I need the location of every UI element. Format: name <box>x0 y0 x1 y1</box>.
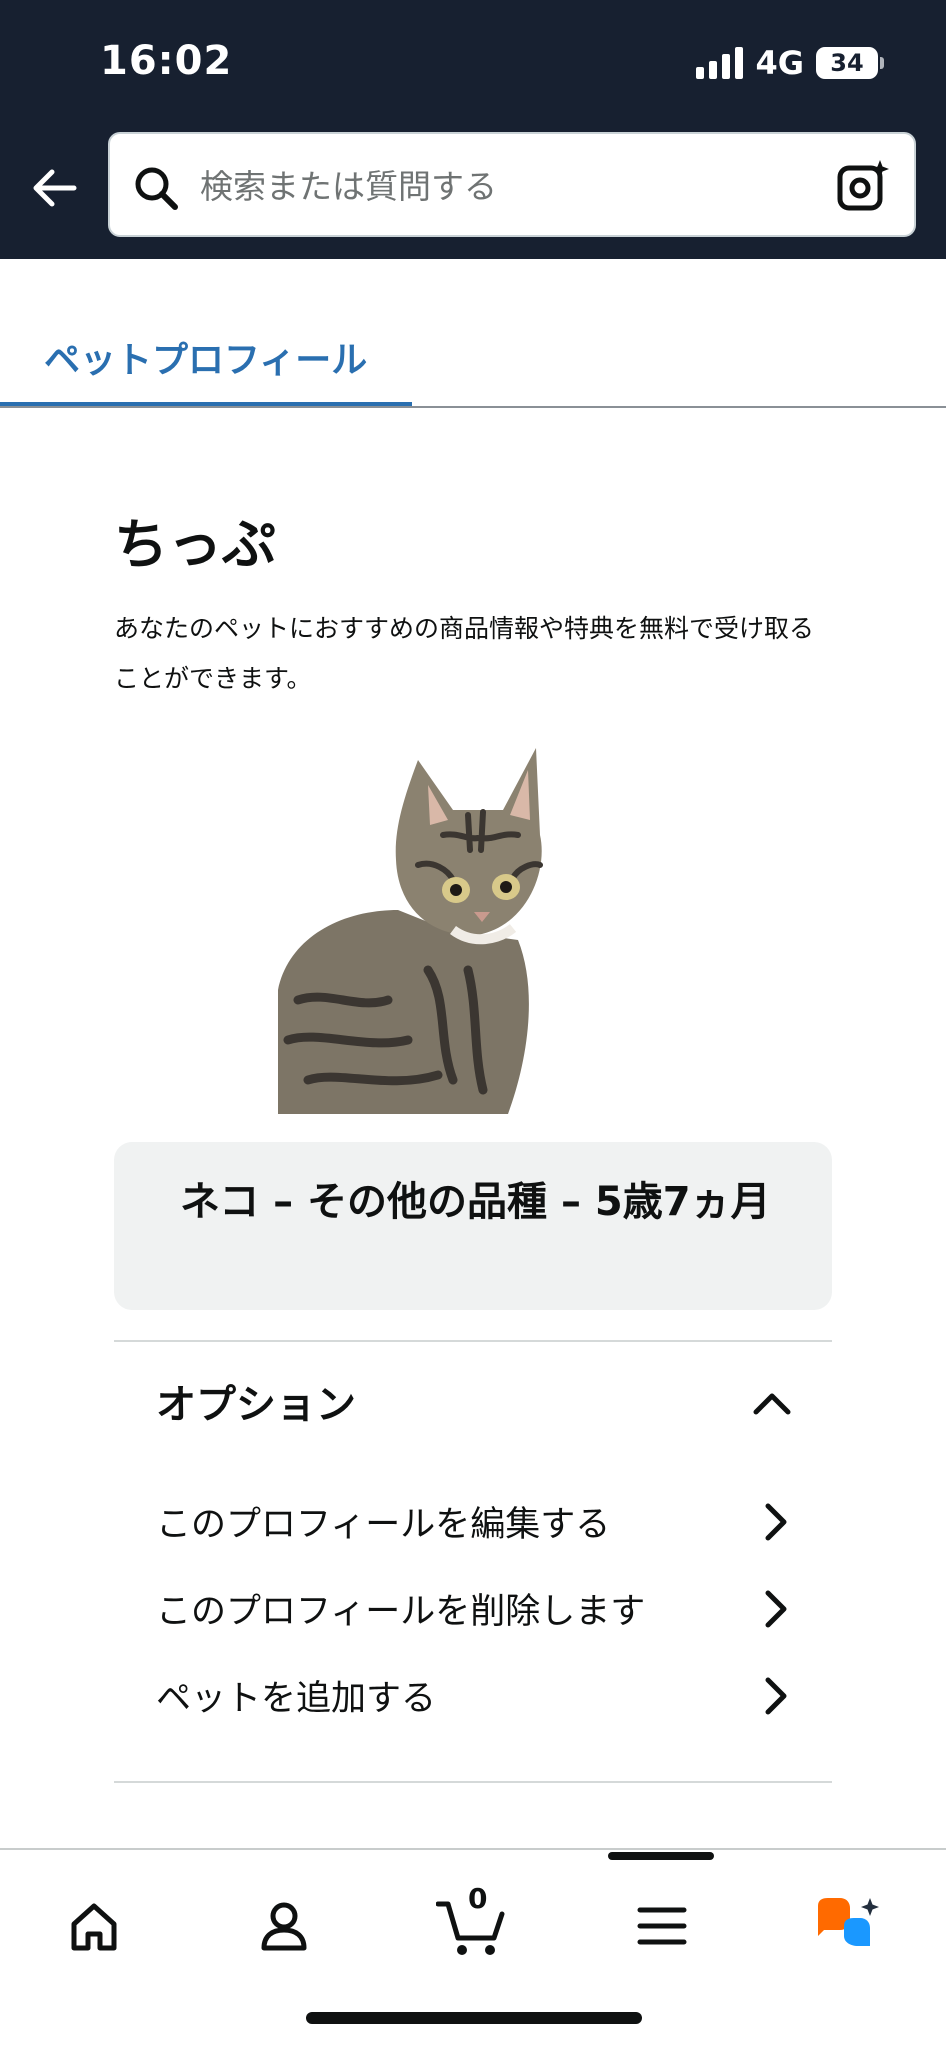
options-title: オプション <box>156 1382 356 1428</box>
app-header: 16:02 4G 34 <box>0 0 946 259</box>
battery-icon: 34 <box>816 47 884 79</box>
nav-home[interactable] <box>54 1886 134 1966</box>
option-delete-profile[interactable]: このプロフィールを削除します <box>114 1569 832 1649</box>
tab-pet-profile[interactable]: ペットプロフィール <box>44 331 367 383</box>
nav-menu[interactable] <box>622 1886 702 1966</box>
nav-cart[interactable]: 0 <box>432 1882 512 1966</box>
tab-divider <box>0 406 946 408</box>
network-type: 4G <box>755 44 804 82</box>
pet-name: ちっぷ <box>114 513 276 576</box>
option-label: このプロフィールを編集する <box>156 1505 611 1545</box>
cart-count: 0 <box>468 1882 488 1915</box>
pet-photo <box>278 748 543 1114</box>
home-indicator <box>306 2012 642 2024</box>
status-indicators: 4G 34 <box>696 44 884 82</box>
back-arrow-icon <box>33 169 77 207</box>
pet-species-breed-age: ネコ – その他の品種 – 5歳7ヵ月 <box>180 1179 771 1225</box>
menu-icon <box>637 1907 687 1945</box>
nav-grabber <box>608 1852 714 1860</box>
battery-level: 34 <box>830 49 864 77</box>
pet-info-card: ネコ – その他の品種 – 5歳7ヵ月 <box>114 1142 832 1310</box>
options-accordion-header[interactable]: オプション <box>114 1342 832 1452</box>
nav-rufus[interactable] <box>808 1886 888 1966</box>
chevron-right-icon <box>765 1590 787 1628</box>
option-label: ペットを追加する <box>156 1679 437 1719</box>
rufus-ai-icon <box>818 1898 879 1946</box>
home-icon <box>71 1903 117 1951</box>
profile-description: あなたのペットにおすすめの商品情報や特典を無料で受け取ることができます。 <box>114 614 815 693</box>
option-edit-profile[interactable]: このプロフィールを編集する <box>114 1482 832 1562</box>
tab-bar: ペットプロフィール <box>0 259 946 409</box>
option-label: このプロフィールを削除します <box>156 1592 646 1632</box>
chevron-right-icon <box>765 1677 787 1715</box>
camera-search-icon[interactable] <box>836 158 892 214</box>
account-icon <box>261 1902 307 1951</box>
options-divider-bottom <box>114 1781 832 1783</box>
search-bar[interactable] <box>108 132 916 237</box>
chevron-right-icon <box>765 1503 787 1541</box>
nav-account[interactable] <box>244 1886 324 1966</box>
search-input[interactable] <box>200 156 820 216</box>
signal-icon <box>696 47 744 79</box>
option-add-pet[interactable]: ペットを追加する <box>114 1656 832 1736</box>
chevron-up-icon <box>753 1393 791 1415</box>
status-time: 16:02 <box>100 38 233 84</box>
back-button[interactable] <box>26 160 82 216</box>
search-icon <box>135 167 178 210</box>
